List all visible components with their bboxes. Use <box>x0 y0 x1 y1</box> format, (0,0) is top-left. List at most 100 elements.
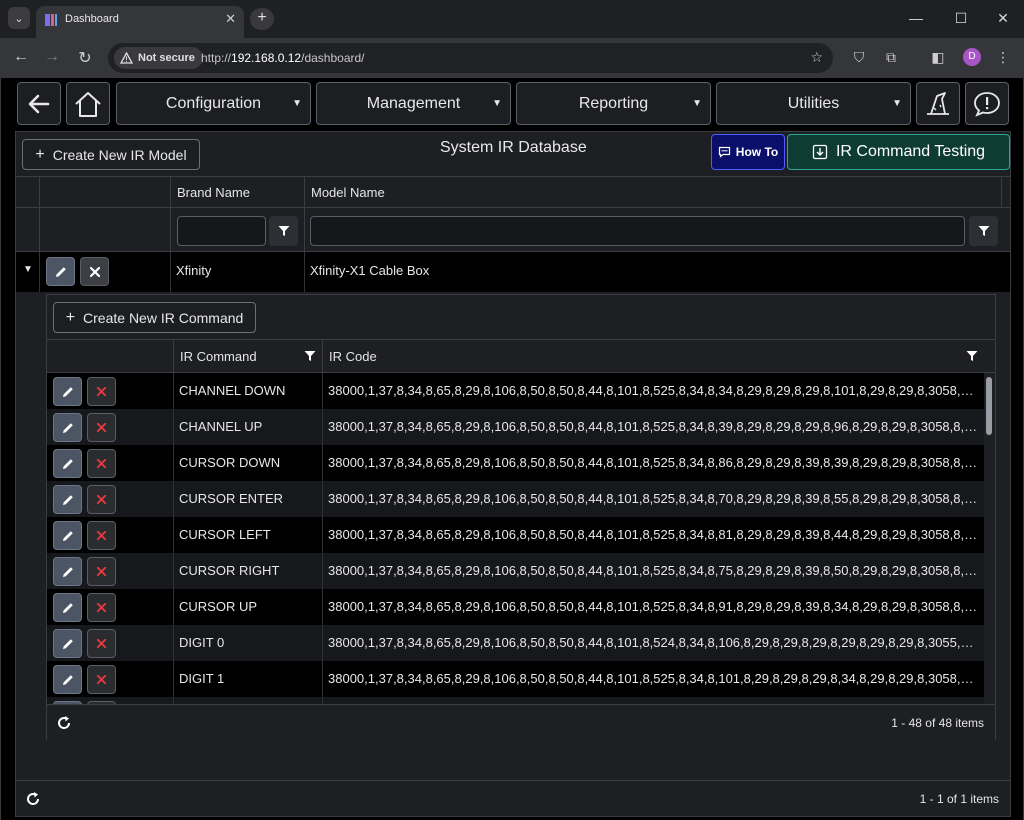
edit-command-button[interactable] <box>53 557 82 586</box>
pencil-icon <box>62 422 73 433</box>
browser-window: ⌄ Dashboard ✕ + — ☐ ✕ ← → ↻ Not secure h… <box>0 0 1024 820</box>
ir-code-cell: 38000,1,37,8,34,8,65,8,29,8,106,8,50,8,5… <box>328 419 984 434</box>
security-chip[interactable]: Not secure <box>114 47 203 69</box>
table-row[interactable]: CHANNEL DOWN 38000,1,37,8,34,8,65,8,29,8,… <box>47 373 984 409</box>
caret-down-icon: ▼ <box>492 98 502 109</box>
caret-down-icon: ▼ <box>292 98 302 109</box>
ir-command-testing-button[interactable]: IR Command Testing <box>787 134 1010 170</box>
table-row[interactable]: CURSOR RIGHT 38000,1,37,8,34,8,65,8,29,8,… <box>47 553 984 589</box>
brand-name-header[interactable]: Brand Name <box>170 177 304 208</box>
menu-configuration-label: Configuration <box>165 94 262 112</box>
wizard-hat-icon <box>927 91 949 115</box>
model-name-header[interactable]: Model Name <box>304 177 1001 208</box>
menu-reporting[interactable]: Reporting ▼ <box>516 82 711 125</box>
delete-command-button[interactable] <box>87 485 116 514</box>
edit-command-button[interactable] <box>53 521 82 550</box>
browser-menu-icon[interactable]: ⋮ <box>994 49 1012 66</box>
browser-tab[interactable]: Dashboard ✕ <box>36 6 244 38</box>
table-row[interactable]: CURSOR UP 38000,1,37,8,34,8,65,8,29,8,106… <box>47 589 984 625</box>
delete-command-button[interactable] <box>87 557 116 586</box>
table-row[interactable] <box>47 697 984 704</box>
detail-scrollbar[interactable] <box>984 373 995 704</box>
ir-command-testing-label: IR Command Testing <box>835 143 986 160</box>
edit-command-button[interactable] <box>53 665 82 694</box>
caret-down-icon: ▼ <box>892 98 902 109</box>
brand-filter-button[interactable] <box>269 216 298 246</box>
edit-command-button[interactable] <box>53 377 82 406</box>
refresh-icon[interactable] <box>24 790 42 808</box>
delete-command-button[interactable] <box>87 665 116 694</box>
maximize-icon[interactable]: ☐ <box>951 10 971 27</box>
edit-command-button[interactable] <box>53 593 82 622</box>
ir-command-header[interactable]: IR Command <box>173 340 322 373</box>
delete-command-button[interactable] <box>87 629 116 658</box>
table-row[interactable]: DIGIT 0 38000,1,37,8,34,8,65,8,29,8,106,8… <box>47 625 984 661</box>
shield-extension-icon[interactable]: ⛉ <box>850 49 868 66</box>
edit-model-button[interactable] <box>46 257 75 286</box>
collapse-caret-icon[interactable]: ▼ <box>23 264 33 275</box>
table-row[interactable]: DIGIT 1 38000,1,37,8,34,8,65,8,29,8,106,8… <box>47 661 984 697</box>
filter-icon[interactable] <box>304 350 316 362</box>
edit-command-button[interactable] <box>53 485 82 514</box>
ir-code-cell: 38000,1,37,8,34,8,65,8,29,8,106,8,50,8,5… <box>328 383 984 398</box>
pencil-icon <box>62 638 73 649</box>
tab-close-icon[interactable]: ✕ <box>225 11 236 27</box>
delete-command-button[interactable] <box>87 449 116 478</box>
address-bar[interactable]: Not secure http://192.168.0.12/dashboard… <box>108 43 833 73</box>
puzzle-extension-icon[interactable]: ⧉ <box>882 49 900 66</box>
browser-toolbar: ← → ↻ Not secure http://192.168.0.12/das… <box>0 38 1024 78</box>
filter-icon[interactable] <box>966 350 978 362</box>
model-filter-button[interactable] <box>969 216 998 246</box>
how-to-button[interactable]: How To <box>711 134 785 170</box>
edit-command-button[interactable] <box>53 413 82 442</box>
table-row[interactable]: CURSOR LEFT 38000,1,37,8,34,8,65,8,29,8,1… <box>47 517 984 553</box>
brand-filter-input[interactable] <box>177 216 266 246</box>
warning-icon <box>120 52 133 64</box>
command-column-header <box>39 177 170 208</box>
ir-code-header[interactable]: IR Code <box>322 340 984 373</box>
table-row[interactable]: CURSOR ENTER 38000,1,37,8,34,8,65,8,29,8,… <box>47 481 984 517</box>
table-row[interactable]: CHANNEL UP 38000,1,37,8,34,8,65,8,29,8,10… <box>47 409 984 445</box>
detail-pager: 1 - 48 of 48 items <box>47 704 995 740</box>
wizard-button[interactable] <box>916 82 960 125</box>
delete-command-button[interactable] <box>87 413 116 442</box>
back-icon[interactable]: ← <box>11 48 31 66</box>
side-panel-icon[interactable]: ◧ <box>929 49 947 66</box>
ir-command-cell: DIGIT 0 <box>179 635 225 650</box>
delete-command-button[interactable] <box>87 521 116 550</box>
column-divider <box>39 252 40 292</box>
bookmark-star-icon[interactable]: ☆ <box>810 49 823 66</box>
close-icon <box>96 458 107 469</box>
pencil-icon <box>62 386 73 397</box>
tab-search-icon[interactable]: ⌄ <box>8 7 30 29</box>
home-button[interactable] <box>66 82 110 125</box>
pencil-icon <box>62 530 73 541</box>
table-row[interactable]: CURSOR DOWN 38000,1,37,8,34,8,65,8,29,8,1… <box>47 445 984 481</box>
ir-code-cell: 38000,1,37,8,34,8,65,8,29,8,106,8,50,8,5… <box>328 599 984 614</box>
create-ir-model-button[interactable]: + Create New IR Model <box>22 139 200 170</box>
minimize-icon[interactable]: — <box>906 10 926 26</box>
edit-command-button[interactable] <box>53 629 82 658</box>
delete-command-button[interactable] <box>87 377 116 406</box>
forward-icon[interactable]: → <box>42 48 62 66</box>
refresh-icon[interactable] <box>55 714 73 732</box>
menu-management[interactable]: Management ▼ <box>316 82 511 125</box>
ir-command-cell: CURSOR LEFT <box>179 527 271 542</box>
table-row[interactable]: ▼ Xfinity Xfinity-X1 Cable Box <box>16 252 1010 292</box>
close-window-icon[interactable]: ✕ <box>993 10 1013 27</box>
new-tab-button[interactable]: + <box>250 8 274 30</box>
create-ir-command-button[interactable]: + Create New IR Command <box>53 302 256 333</box>
model-filter-input[interactable] <box>310 216 965 246</box>
grid-pager: 1 - 1 of 1 items <box>16 780 1010 816</box>
scrollbar-thumb[interactable] <box>986 377 992 435</box>
back-button[interactable] <box>17 82 61 125</box>
feedback-button[interactable] <box>965 82 1009 125</box>
menu-configuration[interactable]: Configuration ▼ <box>116 82 311 125</box>
delete-model-button[interactable] <box>80 257 109 286</box>
profile-avatar[interactable]: D <box>963 48 981 66</box>
pencil-icon <box>62 566 73 577</box>
delete-command-button[interactable] <box>87 593 116 622</box>
edit-command-button[interactable] <box>53 449 82 478</box>
reload-icon[interactable]: ↻ <box>75 48 95 68</box>
menu-utilities[interactable]: Utilities ▼ <box>716 82 911 125</box>
